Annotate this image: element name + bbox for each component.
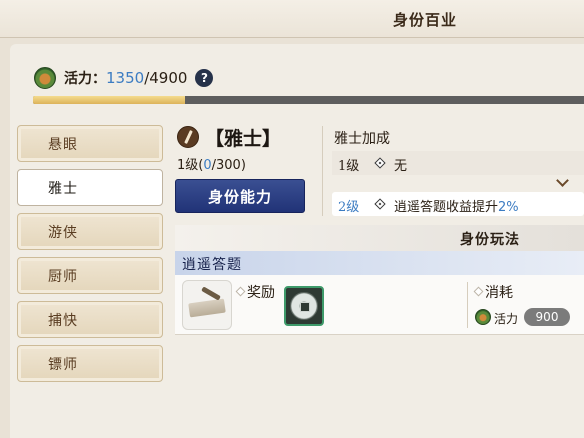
bonus-row-level-2: 2级 逍遥答题收益提升2% [332, 192, 584, 216]
task-body: 奖励 消耗 活力 900 [175, 275, 584, 335]
reward-label: 奖励 [247, 285, 275, 301]
bonus-text: 无 [394, 159, 408, 174]
sidebar-item-chushi[interactable]: 厨师 [17, 257, 163, 294]
title-bar: 身份百业 [0, 0, 584, 38]
vitality-current: 1350 [106, 69, 145, 87]
identity-level-suffix: /300) [211, 158, 246, 173]
vitality-progress-fill [33, 96, 185, 104]
bonus-divider [322, 126, 323, 216]
diamond-bullet-icon [473, 286, 484, 297]
reward-item-slot[interactable] [284, 286, 324, 326]
identity-name: 【雅士】 [205, 128, 282, 150]
cost-label: 消耗 [485, 285, 513, 301]
vitality-label: 活力： [64, 71, 106, 87]
vitality-gourd-icon [475, 309, 491, 325]
vitality-progress-bar [33, 96, 584, 104]
vitality-gourd-icon [34, 67, 56, 89]
vitality-row: 活力： 1350 /4900 ? [34, 66, 214, 90]
task-name: 逍遥答题 [182, 257, 242, 273]
cost-value: 900 [524, 308, 570, 326]
sidebar-item-label: 雅士 [48, 180, 78, 197]
diamond-bullet-icon [374, 157, 386, 169]
scroll-icon [182, 280, 232, 330]
identity-sidebar: 悬眼 雅士 游侠 厨师 捕快 镖师 [17, 125, 165, 389]
cost-name: 活力 [494, 312, 519, 326]
identity-ability-button[interactable]: 身份能力 [175, 179, 305, 213]
bonus-level: 2级 [338, 200, 360, 215]
sidebar-item-label: 捕快 [48, 312, 78, 329]
vitality-max: /4900 [144, 69, 188, 87]
brush-icon [177, 126, 199, 148]
diamond-bullet-icon [374, 198, 386, 210]
cost-divider [467, 282, 468, 328]
help-icon[interactable]: ? [195, 69, 214, 87]
bonus-row-level-1: 1级 无 [332, 151, 584, 175]
sidebar-item-youxia[interactable]: 游侠 [17, 213, 163, 250]
sidebar-item-label: 镖师 [48, 356, 78, 373]
identity-level: 1级(0/300) [177, 154, 246, 173]
play-section-title: 身份玩法 [460, 232, 520, 248]
task-header[interactable]: 逍遥答题 [175, 251, 584, 275]
chevron-down-icon[interactable] [556, 174, 569, 187]
sidebar-item-yashi[interactable]: 雅士 [17, 169, 163, 206]
sidebar-item-biaoshi[interactable]: 镖师 [17, 345, 163, 382]
identity-level-prefix: 1级( [177, 158, 204, 173]
sidebar-item-label: 游侠 [48, 224, 78, 241]
diamond-bullet-icon [235, 286, 246, 297]
bonus-percent: 2% [498, 200, 519, 215]
window-title: 身份百业 [392, 11, 457, 29]
play-section-header: 身份玩法 [175, 225, 584, 251]
coin-icon [290, 292, 318, 320]
bonus-text-main: 逍遥答题收益提升 [394, 200, 499, 215]
sidebar-item-label: 悬眼 [48, 136, 78, 153]
identity-level-current: 0 [203, 158, 212, 173]
sidebar-item-label: 厨师 [48, 268, 78, 285]
sidebar-item-bukuai[interactable]: 捕快 [17, 301, 163, 338]
sidebar-item-xuanyan[interactable]: 悬眼 [17, 125, 163, 162]
identity-bonus-panel: 雅士加成 1级 无 2级 逍遥答题收益提升2% [322, 126, 584, 216]
bonus-title: 雅士加成 [334, 131, 390, 147]
bonus-level: 1级 [338, 159, 360, 174]
bonus-text: 逍遥答题收益提升2% [394, 196, 519, 215]
